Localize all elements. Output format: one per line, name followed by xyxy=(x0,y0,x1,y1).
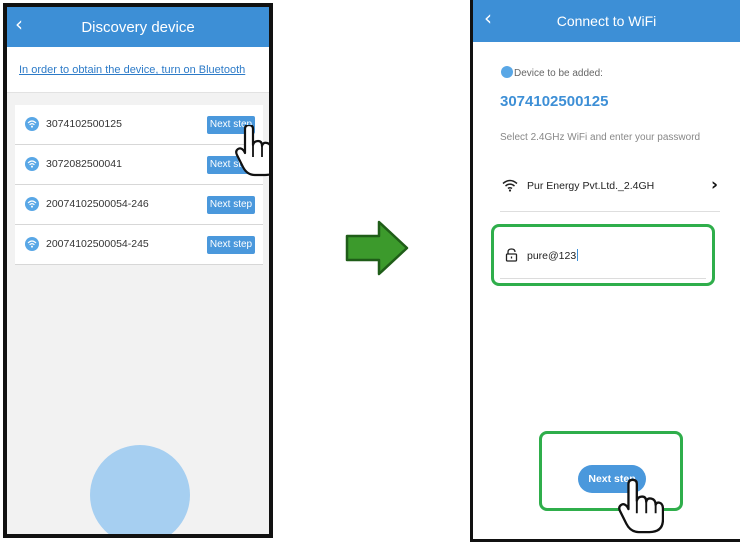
connect-wifi-screen: ‹ Connect to WiFi Device to be added: 30… xyxy=(470,0,740,542)
device-id: 3074102500125 xyxy=(46,118,122,130)
device-id: 3074102500125 xyxy=(500,93,609,110)
password-field-highlight: pure@123 xyxy=(491,224,715,286)
chevron-right-icon[interactable]: › xyxy=(711,175,718,195)
bluetooth-notice-link[interactable]: In order to obtain the device, turn on B… xyxy=(19,64,245,76)
header-bar: ‹ Discovery device xyxy=(7,7,269,47)
wifi-icon xyxy=(25,197,39,211)
wifi-icon xyxy=(25,237,39,251)
device-icon xyxy=(501,66,513,78)
wifi-ssid-row[interactable]: Pur Energy Pvt.Ltd._2.4GH › xyxy=(500,168,720,212)
list-item[interactable]: 20074102500054-245 Next step xyxy=(15,225,263,265)
list-item[interactable]: 3074102500125 Next step xyxy=(15,105,263,145)
text-caret xyxy=(577,249,579,261)
next-step-button[interactable]: Next step xyxy=(207,236,255,254)
bluetooth-scan-circle[interactable] xyxy=(90,445,190,534)
pointing-hand-icon xyxy=(235,125,269,177)
input-underline xyxy=(500,278,706,279)
device-to-add-label: Device to be added: xyxy=(501,66,603,79)
bluetooth-notice-bar: In order to obtain the device, turn on B… xyxy=(7,47,269,93)
next-step-button[interactable]: Next step xyxy=(207,196,255,214)
list-item[interactable]: 20074102500054-246 Next step xyxy=(15,185,263,225)
password-input[interactable]: pure@123 xyxy=(527,249,579,262)
lock-icon xyxy=(505,248,518,262)
next-arrow-icon xyxy=(345,220,409,276)
wifi-ssid: Pur Energy Pvt.Ltd._2.4GH xyxy=(527,180,655,192)
device-id: 20074102500054-245 xyxy=(46,238,149,250)
device-list: 3074102500125 Next step 3072082500041 Ne… xyxy=(15,105,263,265)
device-id: 20074102500054-246 xyxy=(46,198,149,210)
header-bar: ‹ Connect to WiFi xyxy=(473,0,740,42)
wifi-icon xyxy=(502,179,518,192)
page-title: Discovery device xyxy=(81,19,195,36)
pointing-hand-icon xyxy=(618,478,664,534)
wifi-hint-text: Select 2.4GHz WiFi and enter your passwo… xyxy=(500,132,701,143)
wifi-icon xyxy=(25,117,39,131)
wifi-icon xyxy=(25,157,39,171)
discovery-device-screen: ‹ Discovery device In order to obtain th… xyxy=(3,3,273,538)
device-id: 3072082500041 xyxy=(46,158,122,170)
page-title: Connect to WiFi xyxy=(556,13,657,29)
list-item[interactable]: 3072082500041 Next step xyxy=(15,145,263,185)
